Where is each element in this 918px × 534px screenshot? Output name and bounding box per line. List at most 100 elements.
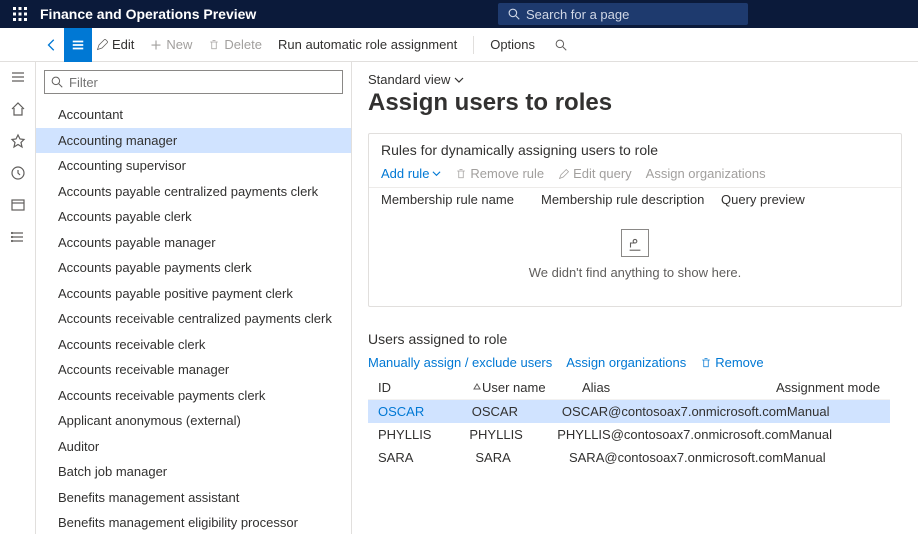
role-item[interactable]: Accounts payable manager: [36, 230, 351, 256]
rules-section: Rules for dynamically assigning users to…: [368, 133, 902, 307]
role-item[interactable]: Benefits management assistant: [36, 485, 351, 511]
pencil-icon: [558, 168, 570, 180]
col-query-preview[interactable]: Query preview: [721, 192, 889, 207]
favorites-icon[interactable]: [9, 132, 27, 150]
options-button[interactable]: Options: [490, 37, 535, 52]
cell-user: SARA: [475, 450, 569, 465]
remove-rule-button[interactable]: Remove rule: [455, 166, 544, 181]
users-grid-header: ID User name Alias Assignment mode: [368, 376, 890, 400]
nav-rail: [0, 62, 36, 534]
cell-mode: Manual: [787, 404, 886, 419]
role-item[interactable]: Auditor: [36, 434, 351, 460]
col-mode[interactable]: Assignment mode: [776, 380, 886, 395]
col-rule-desc[interactable]: Membership rule description: [541, 192, 721, 207]
users-section: Users assigned to role Manually assign /…: [368, 323, 902, 477]
pencil-icon: [96, 39, 108, 51]
role-item[interactable]: Accounts receivable clerk: [36, 332, 351, 358]
home-icon[interactable]: [9, 100, 27, 118]
new-button[interactable]: New: [150, 37, 192, 52]
cell-user: OSCAR: [472, 404, 562, 419]
role-item[interactable]: Accounts receivable payments clerk: [36, 383, 351, 409]
title-bar: Finance and Operations Preview Search fo…: [0, 0, 918, 28]
users-grid: ID User name Alias Assignment mode OSCAR…: [368, 376, 902, 477]
trash-icon: [455, 168, 467, 180]
app-title: Finance and Operations Preview: [40, 6, 256, 22]
col-alias[interactable]: Alias: [582, 380, 776, 395]
trash-icon: [700, 357, 712, 369]
remove-user-button[interactable]: Remove: [700, 355, 763, 370]
col-user-name[interactable]: User name: [482, 380, 582, 395]
role-item[interactable]: Accounts payable positive payment clerk: [36, 281, 351, 307]
user-row[interactable]: OSCAROSCAROSCAR@contosoax7.onmicrosoft.c…: [368, 400, 890, 423]
edit-button[interactable]: Edit: [96, 37, 134, 52]
cell-user: PHYLLIS: [469, 427, 557, 442]
filter-input[interactable]: [69, 75, 336, 90]
sort-asc-icon: [472, 380, 482, 395]
page-search[interactable]: Search for a page: [498, 3, 748, 25]
users-heading: Users assigned to role: [368, 323, 902, 351]
rules-heading: Rules for dynamically assigning users to…: [369, 134, 901, 162]
workspaces-icon[interactable]: [9, 196, 27, 214]
search-icon: [555, 39, 567, 51]
role-item[interactable]: Accounts receivable centralized payments…: [36, 306, 351, 332]
assign-orgs-users-button[interactable]: Assign organizations: [566, 355, 686, 370]
manual-assign-button[interactable]: Manually assign / exclude users: [368, 355, 552, 370]
modules-icon[interactable]: [9, 228, 27, 246]
separator: [473, 36, 474, 54]
auto-role-button[interactable]: Run automatic role assignment: [278, 37, 457, 52]
col-rule-name[interactable]: Membership rule name: [381, 192, 541, 207]
col-id[interactable]: ID: [372, 380, 482, 395]
detail-pane: Standard view Assign users to roles Rule…: [352, 62, 918, 534]
cell-id[interactable]: OSCAR: [372, 404, 472, 419]
delete-button[interactable]: Delete: [208, 37, 262, 52]
cell-alias: PHYLLIS@contosoax7.onmicrosoft.com: [557, 427, 789, 442]
role-item[interactable]: Accountant: [36, 102, 351, 128]
trash-icon: [208, 39, 220, 51]
edit-mode-toggle[interactable]: [64, 28, 92, 62]
add-rule-button[interactable]: Add rule: [381, 166, 441, 181]
command-bar: Edit New Delete Run automatic role assig…: [0, 28, 918, 62]
search-icon: [51, 76, 63, 88]
user-row[interactable]: SARASARASARA@contosoax7.onmicrosoft.comM…: [368, 446, 890, 469]
rules-toolbar: Add rule Remove rule Edit query Assign o…: [369, 162, 901, 188]
role-item[interactable]: Accounts payable centralized payments cl…: [36, 179, 351, 205]
cell-alias: SARA@contosoax7.onmicrosoft.com: [569, 450, 783, 465]
rules-empty-state: We didn't find anything to show here.: [369, 211, 901, 306]
assign-orgs-button[interactable]: Assign organizations: [646, 166, 766, 181]
recent-icon[interactable]: [9, 164, 27, 182]
edit-query-button[interactable]: Edit query: [558, 166, 632, 181]
role-list[interactable]: AccountantAccounting managerAccounting s…: [36, 102, 351, 534]
role-item[interactable]: Accounts payable clerk: [36, 204, 351, 230]
page-title: Assign users to roles: [368, 89, 902, 117]
rules-grid-header: Membership rule name Membership rule des…: [369, 188, 901, 211]
hamburger-icon[interactable]: [9, 68, 27, 86]
users-toolbar: Manually assign / exclude users Assign o…: [368, 351, 902, 376]
filter-box[interactable]: [44, 70, 343, 94]
app-launcher-icon[interactable]: [0, 7, 40, 21]
search-icon: [508, 8, 520, 20]
command-search-button[interactable]: [555, 39, 567, 51]
role-item[interactable]: Benefits management eligibility processo…: [36, 510, 351, 534]
back-button[interactable]: [38, 28, 66, 62]
page-search-placeholder: Search for a page: [526, 7, 629, 22]
role-item[interactable]: Accounts payable payments clerk: [36, 255, 351, 281]
role-item[interactable]: Accounting supervisor: [36, 153, 351, 179]
cell-id[interactable]: PHYLLIS: [372, 427, 469, 442]
role-item[interactable]: Accounts receivable manager: [36, 357, 351, 383]
role-item[interactable]: Applicant anonymous (external): [36, 408, 351, 434]
user-row[interactable]: PHYLLISPHYLLISPHYLLIS@contosoax7.onmicro…: [368, 423, 890, 446]
role-item[interactable]: Accounting manager: [36, 128, 351, 154]
main-area: AccountantAccounting managerAccounting s…: [0, 62, 918, 534]
cell-mode: Manual: [783, 450, 886, 465]
role-item[interactable]: Batch job manager: [36, 459, 351, 485]
cell-mode: Manual: [789, 427, 886, 442]
empty-text: We didn't find anything to show here.: [369, 265, 901, 280]
cell-alias: OSCAR@contosoax7.onmicrosoft.com: [562, 404, 787, 419]
chevron-down-icon: [432, 169, 441, 178]
role-list-pane: AccountantAccounting managerAccounting s…: [36, 62, 352, 534]
view-selector[interactable]: Standard view: [368, 72, 902, 87]
cell-id[interactable]: SARA: [372, 450, 475, 465]
chevron-down-icon: [454, 75, 464, 85]
plus-icon: [150, 39, 162, 51]
empty-icon: [621, 229, 649, 257]
